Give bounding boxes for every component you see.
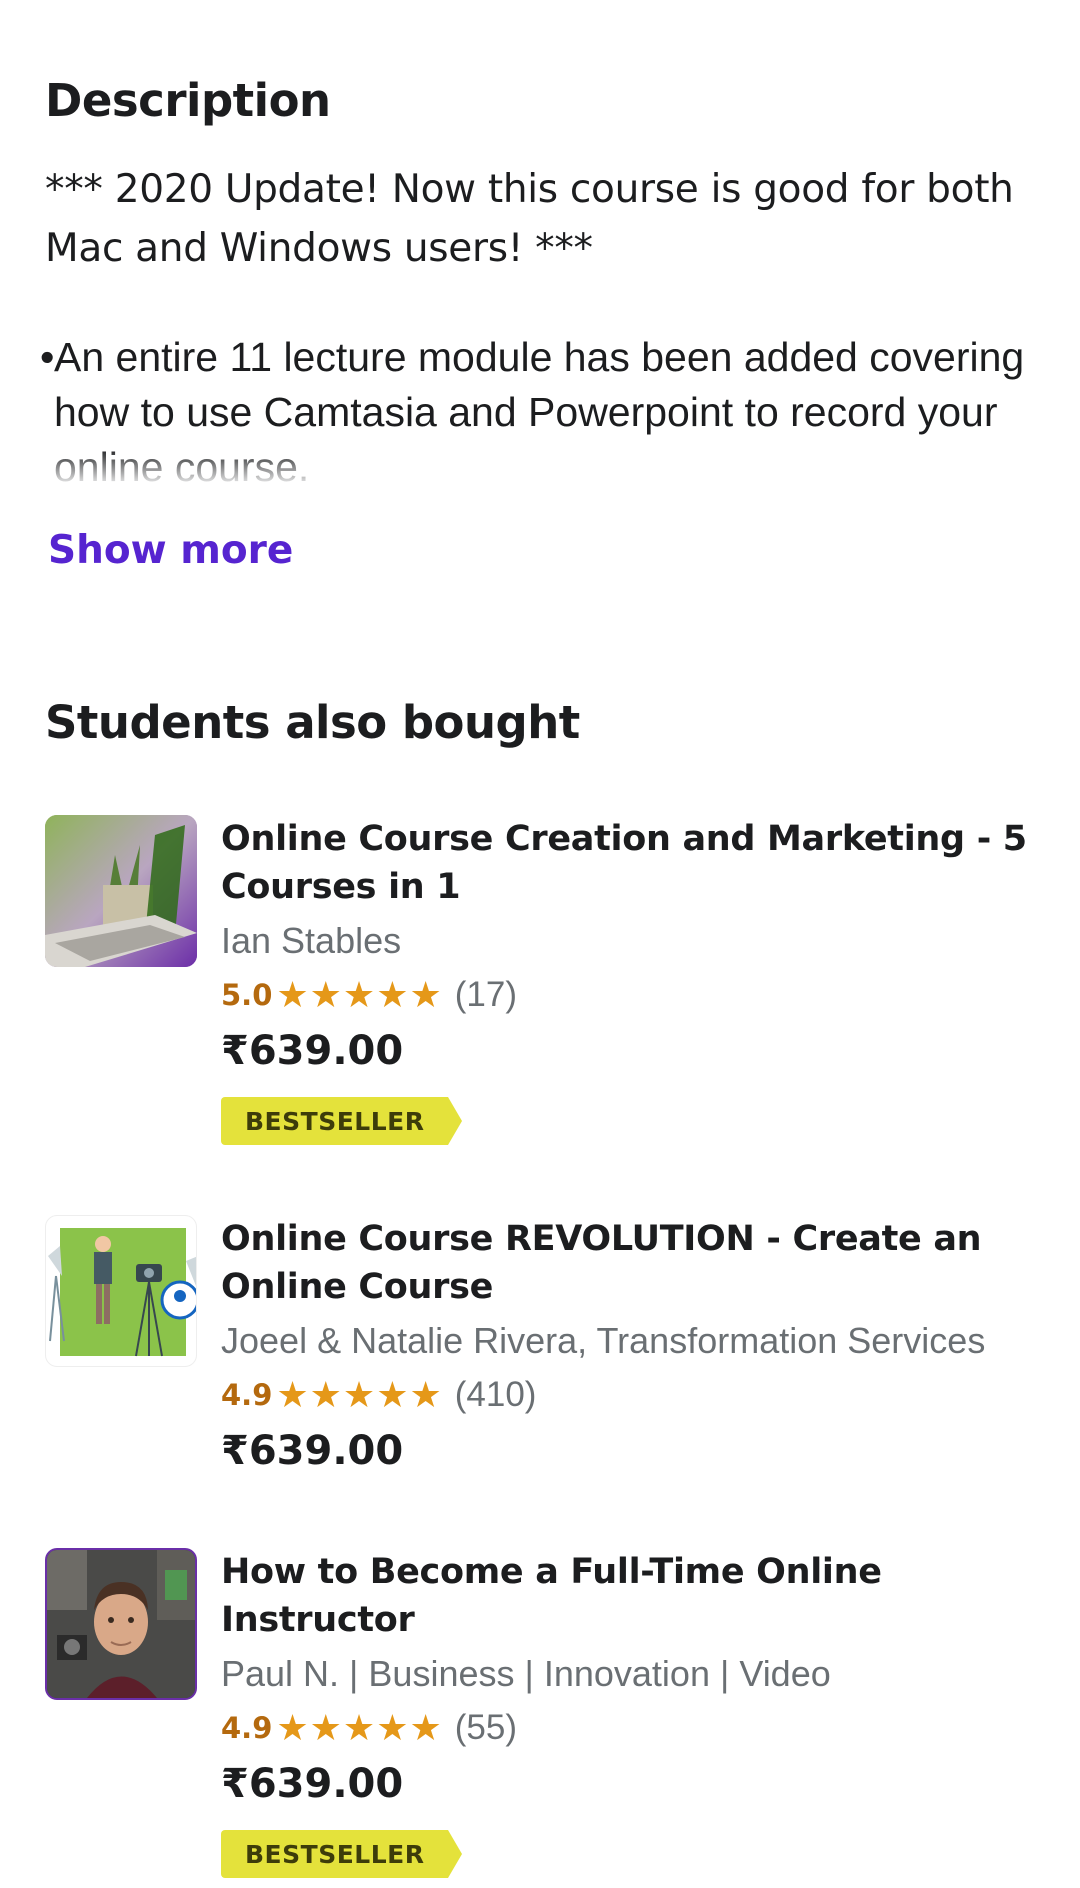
show-more-button[interactable]: Show more <box>48 528 293 573</box>
course-price: ₹639.00 <box>221 1761 404 1807</box>
course-info: How to Become a Full-Time Online Instruc… <box>221 1548 1041 1878</box>
course-author: Paul N. | Business | Innovation | Video <box>221 1653 831 1694</box>
course-details-page: Description *** 2020 Update! Now this co… <box>0 0 1080 1888</box>
badge-label: BESTSELLER <box>221 1830 449 1878</box>
description-fade <box>0 448 1080 488</box>
rating-value: 4.9 <box>221 1378 273 1412</box>
rating-value: 5.0 <box>221 978 273 1012</box>
instructor-portrait-illustration <box>47 1550 195 1698</box>
star-rating-icon: ★★★★★ <box>276 1374 443 1416</box>
course-author: Joeel & Natalie Rivera, Transformation S… <box>221 1320 986 1361</box>
course-price: ₹639.00 <box>221 1428 404 1474</box>
greenscreen-studio-illustration <box>48 1228 196 1357</box>
course-card[interactable]: Online Course REVOLUTION - Create an Onl… <box>45 1215 1045 1477</box>
badge-label: BESTSELLER <box>221 1097 449 1145</box>
rating-row: 4.9 ★★★★★ (410) <box>221 1371 1041 1419</box>
course-author: Ian Stables <box>221 920 402 961</box>
course-thumbnail-greenscreen[interactable] <box>45 1215 197 1367</box>
bestseller-badge: BESTSELLER <box>221 1830 463 1878</box>
rating-count: (17) <box>454 975 517 1014</box>
badge-tip <box>448 1830 463 1878</box>
course-title[interactable]: How to Become a Full-Time Online Instruc… <box>221 1548 1041 1644</box>
course-info: Online Course REVOLUTION - Create an Onl… <box>221 1215 1041 1477</box>
course-card[interactable]: How to Become a Full-Time Online Instruc… <box>45 1548 1045 1878</box>
rating-count: (55) <box>454 1708 517 1747</box>
rating-count: (410) <box>454 1375 537 1414</box>
course-thumbnail-laptop[interactable] <box>45 815 197 967</box>
star-rating-icon: ★★★★★ <box>276 1707 443 1749</box>
description-intro: *** 2020 Update! Now this course is good… <box>45 167 1014 271</box>
course-price: ₹639.00 <box>221 1028 404 1074</box>
rating-value: 4.9 <box>221 1711 273 1745</box>
rating-row: 5.0 ★★★★★ (17) <box>221 971 1041 1019</box>
badge-tip <box>448 1097 463 1145</box>
students-also-bought-heading: Students also bought <box>45 696 580 749</box>
description-heading: Description <box>45 74 331 127</box>
laptop-plant-illustration <box>45 815 197 967</box>
rating-row: 4.9 ★★★★★ (55) <box>221 1704 1041 1752</box>
course-card[interactable]: Online Course Creation and Marketing - 5… <box>45 815 1045 1145</box>
course-thumbnail-instructor[interactable] <box>45 1548 197 1700</box>
course-title[interactable]: Online Course REVOLUTION - Create an Onl… <box>221 1215 1041 1311</box>
course-title[interactable]: Online Course Creation and Marketing - 5… <box>221 815 1041 911</box>
course-info: Online Course Creation and Marketing - 5… <box>221 815 1041 1145</box>
star-rating-icon: ★★★★★ <box>276 974 443 1016</box>
bestseller-badge: BESTSELLER <box>221 1097 463 1145</box>
